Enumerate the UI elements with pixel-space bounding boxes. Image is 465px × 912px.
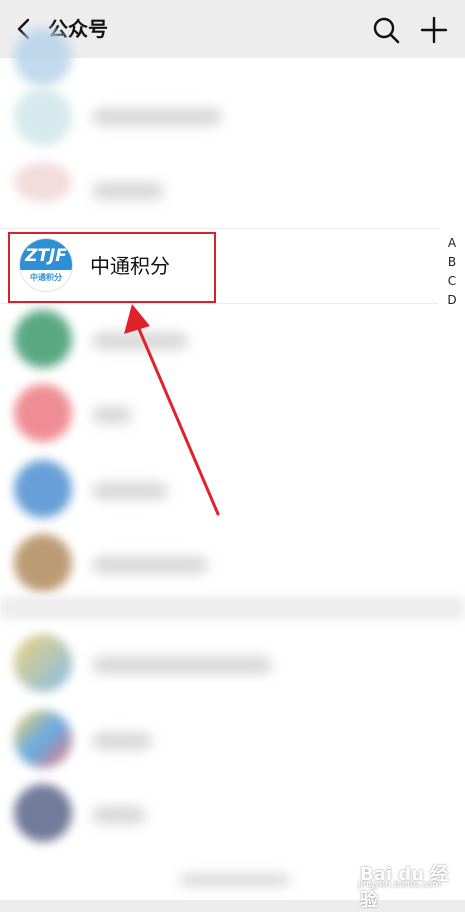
avatar: [14, 162, 72, 202]
list-item-label: [92, 732, 152, 750]
list-item-label: [92, 556, 208, 574]
avatar: [14, 310, 72, 368]
avatar: [14, 384, 72, 442]
watermark-url: jingyan.baidu.com: [358, 880, 442, 890]
alphabet-index[interactable]: A B C D: [442, 234, 462, 310]
list-item[interactable]: [0, 454, 465, 528]
list-item[interactable]: [0, 304, 465, 378]
list-item-label: [92, 806, 146, 824]
list-item[interactable]: [0, 378, 465, 452]
list-item[interactable]: [0, 778, 465, 852]
list-item[interactable]: [0, 628, 465, 702]
list-item[interactable]: [0, 704, 465, 778]
list-item[interactable]: [0, 528, 465, 602]
annotation-arrow: [124, 304, 220, 516]
footer-text: [180, 874, 290, 886]
plus-icon[interactable]: [418, 14, 450, 46]
avatar: [14, 534, 72, 592]
index-letter[interactable]: B: [442, 253, 462, 272]
list-item[interactable]: [0, 28, 465, 86]
list-item[interactable]: [0, 154, 465, 228]
list-item[interactable]: [0, 80, 465, 154]
avatar: [14, 28, 72, 86]
search-icon[interactable]: [370, 14, 402, 46]
list-item-label: [92, 182, 164, 200]
list-item-label: [92, 108, 222, 126]
avatar: [14, 710, 72, 768]
avatar: [14, 784, 72, 842]
index-letter[interactable]: C: [442, 272, 462, 291]
avatar: [14, 88, 72, 146]
index-letter[interactable]: A: [442, 234, 462, 253]
highlight-box: [8, 232, 216, 303]
avatar: [14, 460, 72, 518]
list-item-label: [92, 656, 272, 674]
avatar: [14, 634, 72, 692]
section-divider: [0, 596, 465, 620]
